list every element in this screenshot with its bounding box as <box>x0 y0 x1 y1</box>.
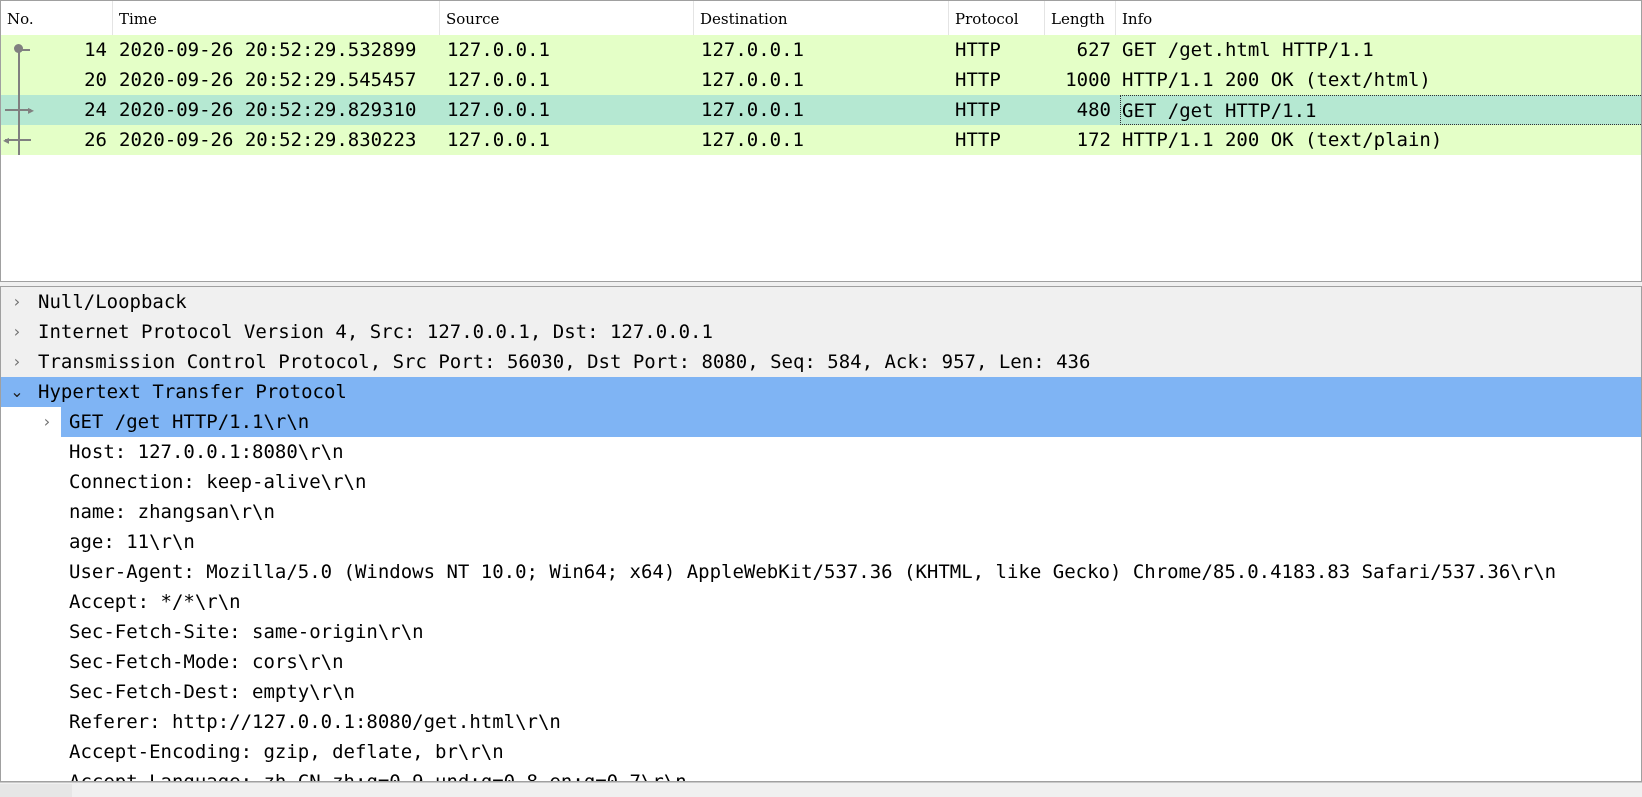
packet-time: 2020-09-26 20:52:29.830223 <box>119 129 417 151</box>
column-header-destination[interactable]: Destination <box>694 1 949 35</box>
column-header-source[interactable]: Source <box>440 1 694 35</box>
packet-details-pane[interactable]: › Null/Loopback › Internet Protocol Vers… <box>0 286 1642 782</box>
http-field-label: Accept: */*\r\n <box>69 591 241 613</box>
http-field-label: Sec-Fetch-Mode: cors\r\n <box>69 651 344 673</box>
packet-destination: 127.0.0.1 <box>701 129 804 151</box>
packet-source: 127.0.0.1 <box>447 39 550 61</box>
http-field-label: Accept-Language: zh-CN,zh;q=0.9,und;q=0.… <box>69 771 687 782</box>
packet-source: 127.0.0.1 <box>447 129 550 151</box>
packet-source: 127.0.0.1 <box>447 99 550 121</box>
packet-no: 20 <box>84 69 107 91</box>
status-bar <box>0 782 1642 797</box>
http-field[interactable]: Sec-Fetch-Mode: cors\r\n <box>1 647 1641 677</box>
packet-no: 26 <box>84 129 107 151</box>
detail-section-label: Internet Protocol Version 4, Src: 127.0.… <box>38 321 713 343</box>
packet-length: 627 <box>1076 39 1111 61</box>
column-header-time[interactable]: Time <box>113 1 440 35</box>
http-field-label: Accept-Encoding: gzip, deflate, br\r\n <box>69 741 504 763</box>
column-header-length[interactable]: Length <box>1045 1 1116 35</box>
http-field-label: name: zhangsan\r\n <box>69 501 275 523</box>
detail-section-http[interactable]: ⌄ Hypertext Transfer Protocol <box>1 377 1641 407</box>
http-field-label: Host: 127.0.0.1:8080\r\n <box>69 441 344 463</box>
arrow-right-icon: ▸ <box>28 103 35 117</box>
http-field[interactable]: Sec-Fetch-Site: same-origin\r\n <box>1 617 1641 647</box>
packet-list-header: No. Time Source Destination Protocol Len… <box>1 1 1641 36</box>
bytes-pane-tab[interactable] <box>0 784 72 797</box>
http-field-label: Sec-Fetch-Dest: empty\r\n <box>69 681 355 703</box>
detail-section-null-loopback[interactable]: › Null/Loopback <box>1 287 1641 317</box>
http-field-label: Connection: keep-alive\r\n <box>69 471 367 493</box>
packet-protocol: HTTP <box>955 99 1001 121</box>
column-header-info[interactable]: Info <box>1116 1 1641 35</box>
packet-row[interactable]: 20 2020-09-26 20:52:29.545457 127.0.0.1 … <box>1 65 1641 95</box>
packet-no: 24 <box>84 99 107 121</box>
http-field[interactable]: age: 11\r\n <box>1 527 1641 557</box>
http-field[interactable]: Host: 127.0.0.1:8080\r\n <box>1 437 1641 467</box>
arrow-left-icon: ◂ <box>3 133 10 147</box>
packet-destination: 127.0.0.1 <box>701 99 804 121</box>
packet-row[interactable]: 26 2020-09-26 20:52:29.830223 127.0.0.1 … <box>1 125 1641 155</box>
packet-info: GET /get HTTP/1.1 <box>1120 95 1641 125</box>
detail-section-tcp[interactable]: › Transmission Control Protocol, Src Por… <box>1 347 1641 377</box>
http-field[interactable]: Connection: keep-alive\r\n <box>1 467 1641 497</box>
http-field[interactable]: User-Agent: Mozilla/5.0 (Windows NT 10.0… <box>1 557 1641 587</box>
packet-time: 2020-09-26 20:52:29.532899 <box>119 39 417 61</box>
chevron-right-icon[interactable]: › <box>7 287 27 317</box>
http-field-label: Sec-Fetch-Site: same-origin\r\n <box>69 621 424 643</box>
chevron-down-icon[interactable]: ⌄ <box>7 377 27 407</box>
http-field-label: GET /get HTTP/1.1\r\n <box>69 411 310 433</box>
packet-row[interactable]: 14 2020-09-26 20:52:29.532899 127.0.0.1 … <box>1 35 1641 65</box>
detail-section-ipv4[interactable]: › Internet Protocol Version 4, Src: 127.… <box>1 317 1641 347</box>
packet-length: 1000 <box>1065 69 1111 91</box>
http-field-label: Referer: http://127.0.0.1:8080/get.html\… <box>69 711 561 733</box>
detail-section-label: Transmission Control Protocol, Src Port:… <box>38 351 1091 373</box>
packet-list-pane[interactable]: No. Time Source Destination Protocol Len… <box>0 0 1642 282</box>
packet-length: 172 <box>1076 129 1111 151</box>
column-header-no[interactable]: No. <box>1 1 113 35</box>
packet-row-selected[interactable]: 24 2020-09-26 20:52:29.829310 127.0.0.1 … <box>1 95 1641 125</box>
packet-time: 2020-09-26 20:52:29.829310 <box>119 99 417 121</box>
packet-destination: 127.0.0.1 <box>701 39 804 61</box>
http-field[interactable]: Sec-Fetch-Dest: empty\r\n <box>1 677 1641 707</box>
column-header-protocol[interactable]: Protocol <box>949 1 1045 35</box>
detail-section-label: Hypertext Transfer Protocol <box>38 381 347 403</box>
packet-source: 127.0.0.1 <box>447 69 550 91</box>
packet-time: 2020-09-26 20:52:29.545457 <box>119 69 417 91</box>
http-field-request-line[interactable]: › GET /get HTTP/1.1\r\n <box>1 407 1641 437</box>
http-field[interactable]: name: zhangsan\r\n <box>1 497 1641 527</box>
packet-info: GET /get.html HTTP/1.1 <box>1122 39 1374 61</box>
packet-protocol: HTTP <box>955 69 1001 91</box>
conversation-request-icon <box>18 49 30 51</box>
http-field[interactable]: Accept: */*\r\n <box>1 587 1641 617</box>
chevron-right-icon[interactable]: › <box>37 407 57 437</box>
chevron-right-icon[interactable]: › <box>7 347 27 377</box>
packet-length: 480 <box>1076 99 1111 121</box>
http-field-label: age: 11\r\n <box>69 531 195 553</box>
packet-info: HTTP/1.1 200 OK (text/plain) <box>1122 129 1443 151</box>
detail-section-label: Null/Loopback <box>38 291 187 313</box>
http-field[interactable]: Accept-Language: zh-CN,zh;q=0.9,und;q=0.… <box>1 767 1641 782</box>
packet-destination: 127.0.0.1 <box>701 69 804 91</box>
packet-info: HTTP/1.1 200 OK (text/html) <box>1122 69 1431 91</box>
chevron-right-icon[interactable]: › <box>7 317 27 347</box>
http-field-label: User-Agent: Mozilla/5.0 (Windows NT 10.0… <box>69 561 1557 583</box>
http-field[interactable]: Referer: http://127.0.0.1:8080/get.html\… <box>1 707 1641 737</box>
packet-protocol: HTTP <box>955 129 1001 151</box>
http-field[interactable]: Accept-Encoding: gzip, deflate, br\r\n <box>1 737 1641 767</box>
packet-no: 14 <box>84 39 107 61</box>
packet-protocol: HTTP <box>955 39 1001 61</box>
